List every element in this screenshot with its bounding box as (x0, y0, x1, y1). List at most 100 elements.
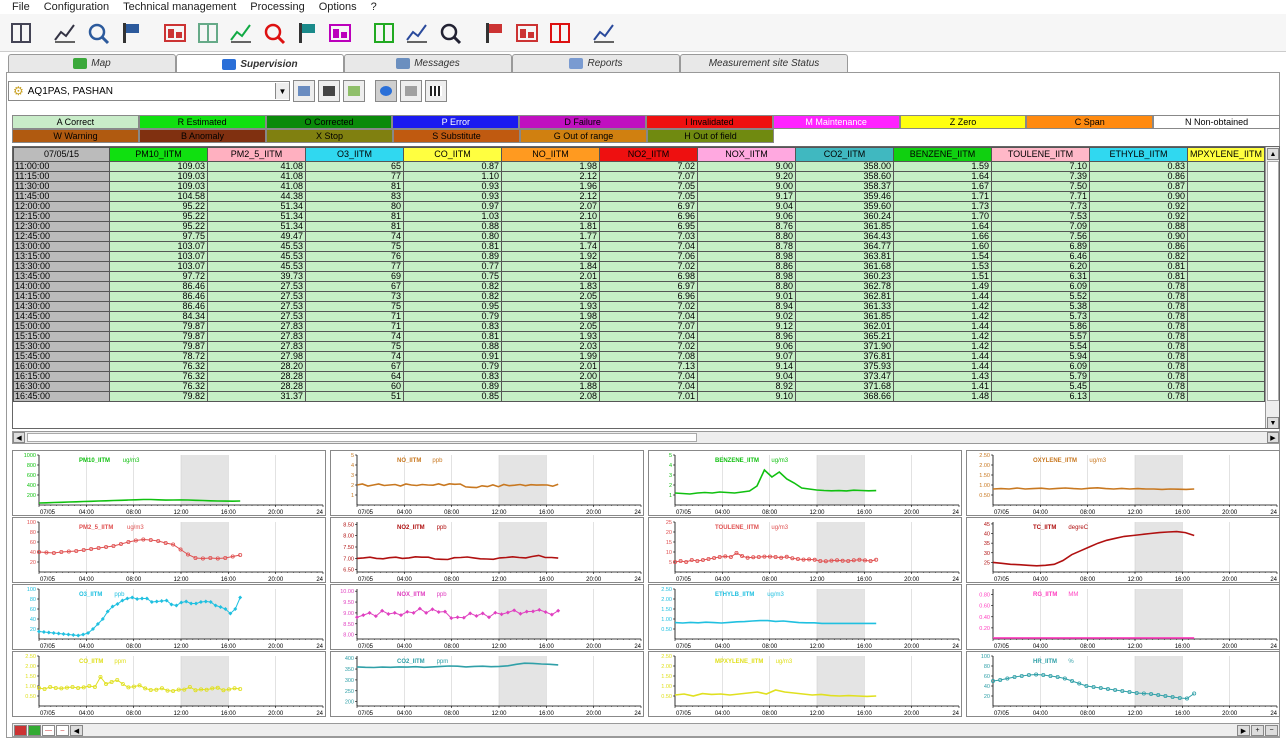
value-cell[interactable]: 81 (305, 211, 404, 222)
value-cell[interactable]: 7.39 (991, 171, 1090, 182)
column-header[interactable]: O3_IITM (305, 147, 404, 162)
value-cell[interactable]: 64 (305, 371, 404, 382)
value-cell[interactable]: 5.52 (991, 291, 1090, 302)
value-cell[interactable]: 86.46 (109, 291, 208, 302)
satellite-icon[interactable] (116, 18, 146, 48)
value-cell[interactable]: 31.37 (207, 391, 306, 402)
scroll-right-icon[interactable]: ▶ (1237, 725, 1250, 736)
value-cell[interactable]: 27.53 (207, 281, 306, 292)
value-cell[interactable] (1186, 171, 1266, 182)
value-cell[interactable]: 1.66 (893, 231, 992, 242)
value-cell[interactable]: 75 (305, 241, 404, 252)
column-header[interactable]: BENZENE_IITM (893, 147, 992, 162)
value-cell[interactable]: 95.22 (109, 221, 208, 232)
table-row[interactable]: 11:15:00 109.03 41.08 77 1.10 2.12 7.07 9.20 358… (13, 171, 1266, 182)
table-row[interactable]: 16:45:00 79.82 31.37 51 0.85 2.08 7.01 9.10 368.… (13, 391, 1266, 402)
value-cell[interactable] (1186, 241, 1266, 252)
menu-item[interactable]: Processing (250, 0, 304, 14)
value-cell[interactable]: 2.01 (501, 271, 600, 282)
value-cell[interactable]: 2.10 (501, 211, 600, 222)
column-header[interactable]: CO2_IITM (795, 147, 894, 162)
value-cell[interactable]: 45.53 (207, 241, 306, 252)
table-row[interactable]: 13:15:00 103.07 45.53 76 0.89 1.92 7.06 8.98 363… (13, 251, 1266, 262)
value-cell[interactable]: 74 (305, 351, 404, 362)
value-cell[interactable]: 1.71 (893, 191, 992, 202)
value-cell[interactable]: 2.12 (501, 171, 600, 182)
value-cell[interactable]: 109.03 (109, 181, 208, 192)
value-cell[interactable]: 6.09 (991, 281, 1090, 292)
column-header[interactable]: PM10_IITM (109, 147, 208, 162)
value-cell[interactable]: 1.53 (893, 261, 992, 272)
value-cell[interactable]: 104.58 (109, 191, 208, 202)
value-cell[interactable]: 0.78 (1089, 291, 1188, 302)
chart-oxylene-iitm[interactable]: 2.50 2.00 1.50 1.00 0.50 07/05 04:00 08:00 12:00… (966, 450, 1280, 516)
value-cell[interactable]: 7.04 (599, 381, 698, 392)
value-cell[interactable]: 6.31 (991, 271, 1090, 282)
column-header[interactable]: CO_IITM (403, 147, 502, 162)
table-row[interactable]: 15:00:00 79.87 27.83 71 0.83 2.05 7.07 9.12 362.… (13, 321, 1266, 332)
table-row[interactable]: 15:15:00 79.87 27.83 74 0.81 1.93 7.04 8.96 365.… (13, 331, 1266, 342)
value-cell[interactable]: 0.83 (403, 371, 502, 382)
table-row[interactable]: 12:15:00 95.22 51.34 81 1.03 2.10 6.96 9.06 360.… (13, 211, 1266, 222)
value-cell[interactable] (1186, 181, 1266, 192)
scroll-left-icon[interactable]: ◀ (13, 432, 25, 443)
value-cell[interactable]: 7.07 (599, 171, 698, 182)
value-cell[interactable]: 6.98 (599, 271, 698, 282)
value-cell[interactable]: 1.96 (501, 181, 600, 192)
value-cell[interactable]: 0.93 (403, 191, 502, 202)
value-cell[interactable]: 361.68 (795, 261, 894, 272)
site-select[interactable]: ⚙ AQ1PAS, PASHAN ▼ (8, 81, 290, 101)
value-cell[interactable]: 1.81 (501, 221, 600, 232)
zoom-out-icon[interactable]: − (1265, 725, 1278, 736)
menu-item[interactable]: Configuration (44, 0, 109, 14)
vertical-scrollbar[interactable]: ▲ ▼ (1265, 147, 1279, 428)
value-cell[interactable]: 67 (305, 361, 404, 372)
value-cell[interactable]: 376.81 (795, 351, 894, 362)
value-cell[interactable]: 109.03 (109, 161, 208, 172)
value-cell[interactable]: 0.78 (1089, 281, 1188, 292)
value-cell[interactable]: 67 (305, 281, 404, 292)
value-cell[interactable]: 7.04 (599, 331, 698, 342)
value-cell[interactable]: 373.47 (795, 371, 894, 382)
value-cell[interactable]: 44.38 (207, 191, 306, 202)
value-cell[interactable]: 1.03 (403, 211, 502, 222)
value-cell[interactable]: 1.54 (893, 251, 992, 262)
chart-o3-iitm[interactable]: 100 80 60 40 20 07/05 04:00 08:00 12:00 16:00 20:0… (12, 584, 326, 650)
value-cell[interactable]: 6.95 (599, 221, 698, 232)
value-cell[interactable]: 75 (305, 301, 404, 312)
value-cell[interactable] (1186, 391, 1266, 402)
value-cell[interactable]: 362.01 (795, 321, 894, 332)
value-cell[interactable]: 9.20 (697, 171, 796, 182)
value-cell[interactable]: 49.47 (207, 231, 306, 242)
value-cell[interactable]: 2.05 (501, 291, 600, 302)
value-cell[interactable]: 1.83 (501, 281, 600, 292)
value-cell[interactable]: 73 (305, 291, 404, 302)
value-cell[interactable]: 76.32 (109, 361, 208, 372)
value-cell[interactable]: 0.77 (403, 261, 502, 272)
value-cell[interactable]: 103.07 (109, 241, 208, 252)
value-cell[interactable]: 1.42 (893, 331, 992, 342)
chart-no-iitm[interactable]: 5 4 3 2 1 07/05 04:00 08:00 12:00 16:00 20:00 24 NO_… (330, 450, 644, 516)
columns-view-button[interactable] (425, 80, 447, 102)
line-chart-icon[interactable] (83, 18, 113, 48)
table-row[interactable]: 16:15:00 76.32 28.28 64 0.83 2.00 7.04 9.04 373.… (13, 371, 1266, 382)
value-cell[interactable]: 2.05 (501, 321, 600, 332)
value-cell[interactable]: 7.02 (599, 261, 698, 272)
value-cell[interactable]: 6.13 (991, 391, 1090, 402)
value-cell[interactable] (1186, 371, 1266, 382)
table-row[interactable]: 11:00:00 109.03 41.08 65 0.87 1.98 7.02 9.00 358… (13, 161, 1266, 172)
value-cell[interactable]: 1.67 (893, 181, 992, 192)
column-header[interactable]: NOX_IITM (697, 147, 796, 162)
value-cell[interactable]: 6.46 (991, 251, 1090, 262)
column-header[interactable]: NO2_IITM (599, 147, 698, 162)
value-cell[interactable] (1186, 161, 1266, 172)
value-cell[interactable]: 0.92 (1089, 211, 1188, 222)
value-cell[interactable]: 0.88 (1089, 221, 1188, 232)
value-cell[interactable]: 358.37 (795, 181, 894, 192)
table-row[interactable]: 15:30:00 79.87 27.83 75 0.88 2.03 7.02 9.06 371.… (13, 341, 1266, 352)
value-cell[interactable]: 2.01 (501, 361, 600, 372)
value-cell[interactable]: 1.93 (501, 331, 600, 342)
table-row[interactable]: 11:30:00 109.03 41.08 81 0.93 1.96 7.05 9.00 358… (13, 181, 1266, 192)
value-cell[interactable]: 2.07 (501, 201, 600, 212)
value-cell[interactable]: 51.34 (207, 211, 306, 222)
